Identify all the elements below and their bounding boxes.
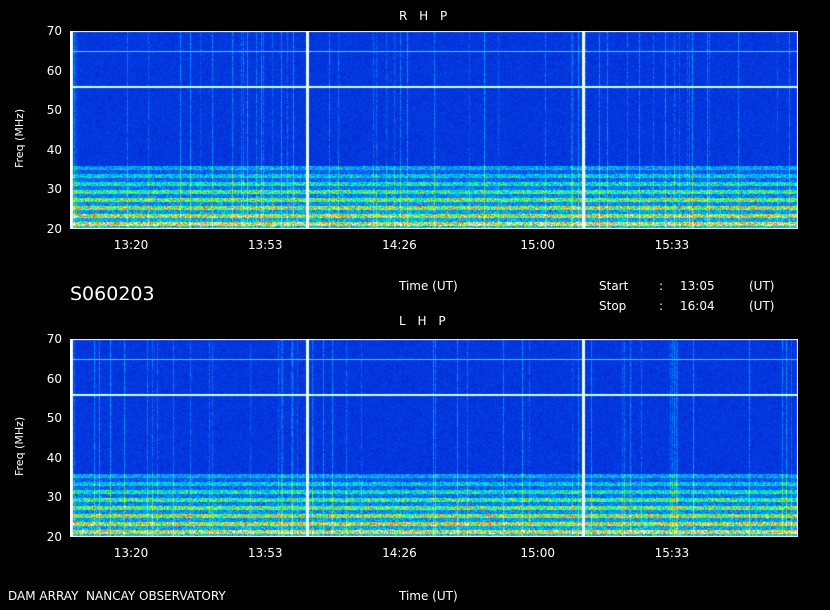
lhp-x-tick-label: 15:33 — [654, 546, 690, 560]
lhp-y-tick-label: 20 — [46, 530, 62, 544]
rhp-y-tick-label: 30 — [46, 182, 62, 197]
lhp-y-tick-label: 70 — [46, 332, 62, 346]
rhp-spectrogram — [70, 31, 798, 229]
time-axis-label-top: Time (UT) — [399, 279, 458, 293]
stop-value: 16:04 — [680, 299, 715, 313]
lhp-y-axis-label: Freq (MHz) — [13, 416, 26, 476]
observatory-label: DAM ARRAY NANCAY OBSERVATORY — [8, 589, 226, 603]
rhp-y-tick-label: 20 — [46, 222, 62, 236]
lhp-title: L H P — [399, 314, 450, 328]
rhp-y-axis-label: Freq (MHz) — [13, 108, 26, 168]
rhp-x-tick-label: 15:33 — [654, 238, 690, 252]
start-value: 13:05 — [680, 279, 715, 293]
time-axis-label-bottom: Time (UT) — [399, 589, 458, 603]
stop-sep: : — [659, 299, 664, 313]
start-sep: : — [659, 279, 664, 293]
lhp-x-tick-label: 13:20 — [113, 546, 149, 560]
start-unit: (UT) — [749, 279, 775, 293]
start-label: Start — [599, 279, 629, 293]
rhp-y-tick-label: 50 — [46, 103, 62, 118]
lhp-y-tick-label: 60 — [46, 371, 62, 386]
observation-id: S060203 — [70, 283, 155, 305]
stop-unit: (UT) — [749, 299, 775, 313]
stop-label: Stop — [599, 299, 627, 313]
rhp-y-tick-label: 40 — [46, 142, 62, 157]
lhp-y-tick-label: 30 — [46, 490, 62, 505]
rhp-y-tick-label: 70 — [46, 24, 62, 38]
rhp-x-tick-label: 14:26 — [382, 238, 417, 252]
rhp-x-tick-label: 13:53 — [247, 238, 283, 252]
lhp-y-tick-label: 50 — [46, 411, 62, 426]
lhp-x-tick-label: 13:53 — [247, 546, 283, 560]
rhp-title: R H P — [399, 9, 452, 23]
lhp-x-tick-label: 14:26 — [382, 546, 417, 560]
rhp-x-tick-label: 15:00 — [520, 238, 555, 252]
rhp-y-tick-label: 60 — [46, 63, 62, 78]
rhp-x-tick-label: 13:20 — [113, 238, 149, 252]
lhp-x-tick-label: 15:00 — [520, 546, 555, 560]
lhp-spectrogram — [70, 339, 798, 537]
lhp-y-tick-label: 40 — [46, 450, 62, 465]
